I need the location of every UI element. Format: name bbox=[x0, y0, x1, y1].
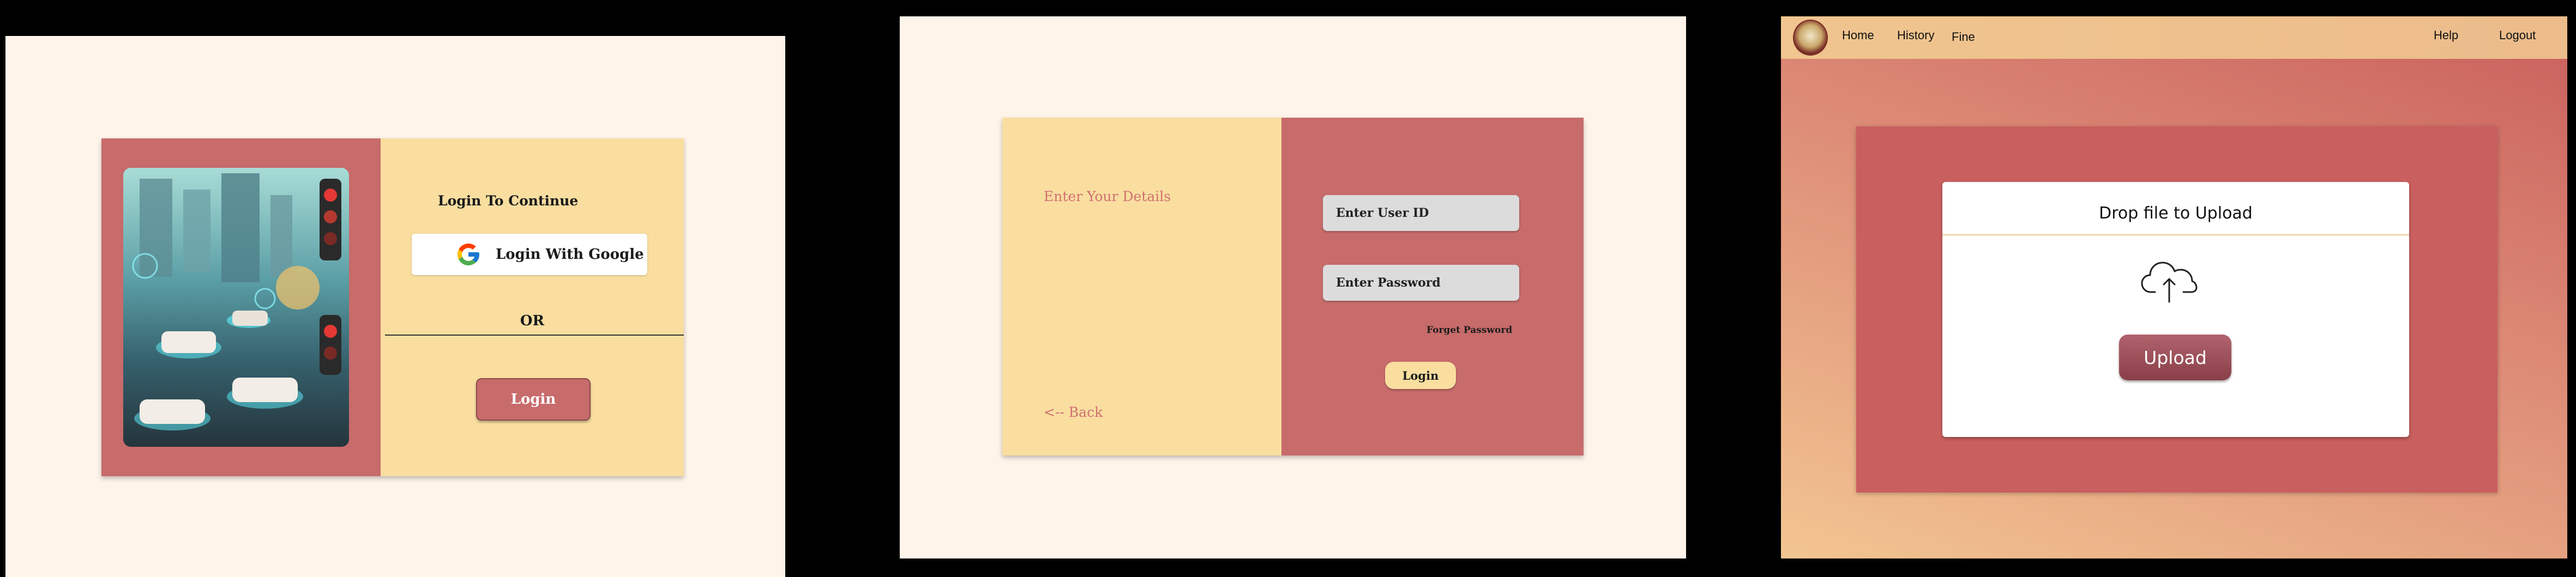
upload-container: Drop file to Upload Upload bbox=[1856, 126, 2497, 493]
login-card: Login To Continue Login With Google OR L… bbox=[101, 138, 684, 476]
nav-fine[interactable]: Fine bbox=[1952, 30, 1975, 44]
top-navbar: Home History Fine Help Logout bbox=[1781, 16, 2567, 59]
divider-line bbox=[385, 335, 684, 336]
nav-logout[interactable]: Logout bbox=[2499, 28, 2536, 42]
smart-traffic-illustration bbox=[123, 168, 349, 447]
user-id-input[interactable]: Enter User ID bbox=[1323, 195, 1519, 231]
google-icon bbox=[458, 244, 479, 265]
login-button[interactable]: Login bbox=[476, 378, 591, 421]
details-info-panel: Enter Your Details <-- Back bbox=[1002, 118, 1281, 455]
logo-emblem-icon[interactable] bbox=[1793, 20, 1828, 56]
drop-zone[interactable]: Drop file to Upload Upload bbox=[1942, 182, 2409, 437]
upload-screen: Home History Fine Help Logout Drop file … bbox=[1781, 16, 2567, 558]
credentials-card: Enter Your Details <-- Back Enter User I… bbox=[1002, 118, 1584, 455]
password-input[interactable]: Enter Password bbox=[1323, 265, 1519, 301]
drop-zone-title: Drop file to Upload bbox=[2099, 204, 2253, 223]
login-title: Login To Continue bbox=[438, 193, 579, 209]
google-login-button[interactable]: Login With Google bbox=[412, 234, 647, 275]
nav-history[interactable]: History bbox=[1897, 28, 1934, 42]
credentials-screen: Enter Your Details <-- Back Enter User I… bbox=[900, 16, 1686, 558]
details-heading: Enter Your Details bbox=[1044, 189, 1171, 204]
google-login-label: Login With Google bbox=[496, 246, 644, 263]
login-options-panel: Login To Continue Login With Google OR L… bbox=[381, 138, 684, 476]
cloud-upload-icon bbox=[2141, 262, 2198, 303]
back-link[interactable]: <-- Back bbox=[1044, 404, 1103, 420]
submit-login-button[interactable]: Login bbox=[1385, 362, 1456, 389]
drop-zone-divider bbox=[1942, 234, 2409, 235]
forgot-password-link[interactable]: Forget Password bbox=[1427, 325, 1512, 336]
upload-button[interactable]: Upload bbox=[2119, 335, 2231, 380]
login-screen: Login To Continue Login With Google OR L… bbox=[5, 36, 785, 577]
nav-help[interactable]: Help bbox=[2434, 28, 2458, 42]
nav-home[interactable]: Home bbox=[1842, 28, 1874, 42]
credentials-form: Enter User ID Enter Password Forget Pass… bbox=[1281, 118, 1584, 455]
traffic-scene-image bbox=[123, 168, 349, 447]
or-divider-text: OR bbox=[520, 313, 545, 329]
